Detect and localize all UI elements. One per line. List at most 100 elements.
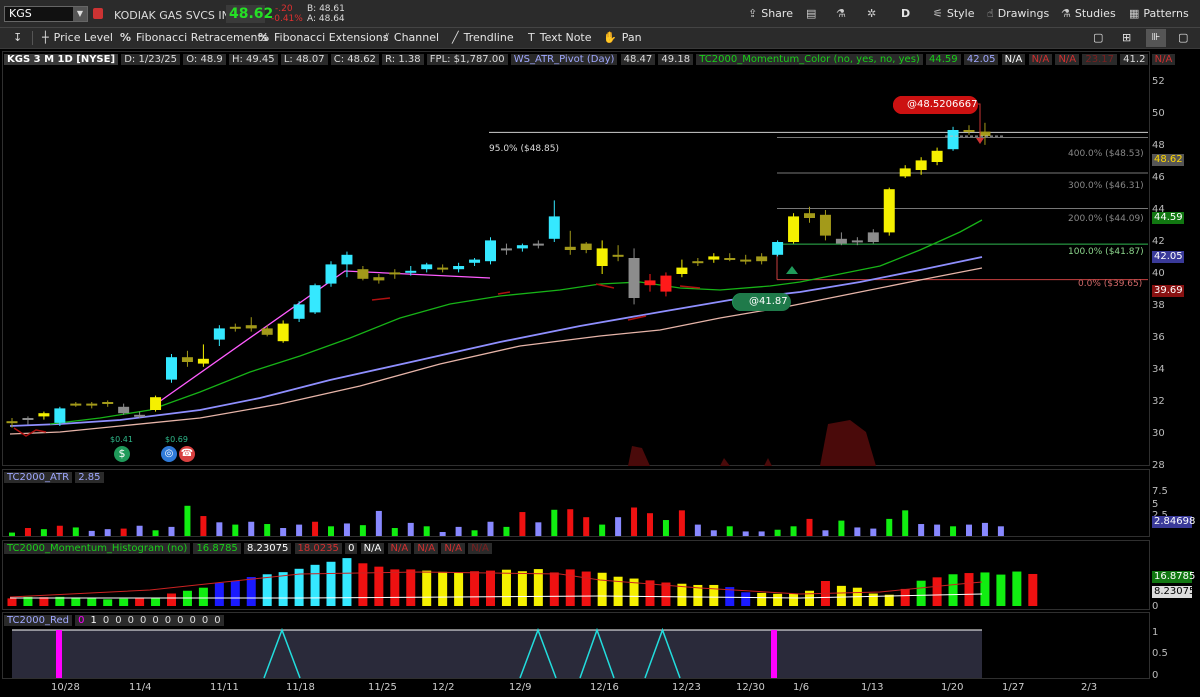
date-label: 1/6 (793, 682, 810, 693)
momentum-value: N/A (1001, 54, 1026, 65)
histogram-bar (135, 598, 145, 606)
date-label: 12/9 (509, 682, 532, 693)
date-label: 12/23 (672, 682, 701, 693)
date-label: 12/30 (736, 682, 765, 693)
trendline (155, 270, 491, 405)
atr-title[interactable]: TC2000_ATR (4, 472, 73, 483)
date-label: 12/2 (432, 682, 455, 693)
candle-body (851, 240, 863, 243)
atr-bar (471, 530, 478, 536)
atr-bar (503, 526, 510, 536)
atr-bar (854, 527, 861, 536)
red-value: 0 (174, 615, 187, 626)
open-value: O: 48.9 (183, 54, 226, 65)
atr-bar (966, 524, 972, 536)
atr-bar (806, 518, 813, 536)
histogram-bar (549, 572, 559, 606)
atr-bar (647, 513, 653, 536)
price-axis-label: 30 (1152, 428, 1165, 439)
red-signal-bar (56, 630, 62, 678)
price-axis-label: 48 (1152, 140, 1165, 151)
histogram-signal-line (9, 571, 983, 598)
atr-axis-label: 7.5 (1152, 486, 1168, 497)
histogram-bar (948, 574, 958, 606)
atr-bar (838, 520, 845, 536)
phone-icon[interactable]: ☎ (179, 446, 195, 462)
price-axis-label: 34 (1152, 364, 1165, 375)
candle-body (181, 357, 193, 362)
ws-atr-label[interactable]: WS_ATR_Pivot (Day) (510, 54, 618, 65)
candle-body (596, 248, 608, 266)
pivot-line (371, 297, 391, 301)
histogram-bar (486, 570, 495, 606)
chart-title: KGS 3 M 1D [NYSE] (4, 54, 119, 65)
candle-body (548, 216, 560, 239)
fib-200-label: 200.0% ($44.09) (1068, 214, 1144, 224)
red-value: 0 (137, 615, 150, 626)
fib-400-label: 400.0% ($48.53) (1068, 149, 1144, 159)
candle-body (341, 254, 353, 265)
pivot-line (13, 427, 47, 437)
dividend-icon[interactable]: $ (114, 446, 130, 462)
atr-bar (232, 524, 239, 536)
range-value: R: 1.38 (382, 54, 424, 65)
bg-shape (820, 420, 876, 466)
price-axis-label: 40 (1152, 268, 1165, 279)
date-label: 1/13 (861, 682, 884, 693)
candle-body (277, 323, 289, 342)
atr-tag: 2.84698 (1152, 516, 1196, 528)
ws-atr-value: 48.47 (620, 54, 656, 65)
candle-body (931, 150, 943, 162)
histogram-title[interactable]: TC2000_Momentum_Histogram (no) (4, 543, 191, 554)
red-value: 0 (124, 615, 138, 626)
atr-bar (136, 525, 143, 536)
entry-order[interactable]: @41.87 (733, 293, 791, 311)
candle-body (325, 264, 337, 284)
dividend-label: $0.41 (110, 435, 133, 444)
pivot-line (595, 283, 615, 289)
candle-body (979, 131, 991, 137)
atr-bar (280, 528, 287, 536)
atr-bar (599, 524, 606, 536)
chart-svg (6, 96, 1148, 679)
histogram-bar (262, 574, 272, 606)
candle-body (38, 413, 50, 417)
price-axis-label: 46 (1152, 172, 1165, 183)
date-label: 11/4 (129, 682, 152, 693)
candle-body (150, 397, 162, 410)
momentum-color-label[interactable]: TC2000_Momentum_Color (no, yes, no, yes) (696, 54, 923, 65)
histogram-bar (709, 584, 719, 606)
lightbulb-icon[interactable]: ◎ (161, 446, 177, 462)
candle-body (644, 280, 656, 286)
histogram-bar (773, 593, 783, 606)
red-title[interactable]: TC2000_Red (4, 615, 72, 626)
high-value: H: 49.45 (228, 54, 278, 65)
histogram-bar (1028, 573, 1038, 606)
atr-bar (710, 530, 717, 536)
histogram-bar (581, 571, 591, 606)
histogram-bar (980, 572, 990, 606)
price-alert[interactable]: @48.5206667 (893, 96, 978, 114)
histogram-bar (406, 569, 416, 606)
histogram-value: N/A (387, 543, 412, 554)
atr-bar (822, 530, 829, 536)
histogram-axis-label: 0 (1152, 601, 1159, 612)
atr-bar (9, 532, 15, 536)
atr-header: TC2000_ATR 2.85 (4, 470, 104, 485)
buy-arrow (786, 266, 798, 274)
price-axis-label: 38 (1152, 300, 1165, 311)
atr-bar (359, 525, 366, 536)
candle-body (676, 267, 688, 274)
candle-body (309, 285, 321, 313)
dividend-label: $0.69 (165, 435, 188, 444)
histogram-tag: 8.23075 (1152, 586, 1196, 598)
alert-arrow (976, 138, 984, 144)
atr-bar (519, 512, 526, 536)
candle-body (86, 403, 98, 406)
atr-bar (184, 505, 191, 536)
atr-bar (918, 524, 925, 536)
histogram-bar (597, 572, 607, 606)
candle-body (883, 189, 895, 233)
histogram-bar (741, 592, 751, 606)
date-label: 12/16 (590, 682, 619, 693)
